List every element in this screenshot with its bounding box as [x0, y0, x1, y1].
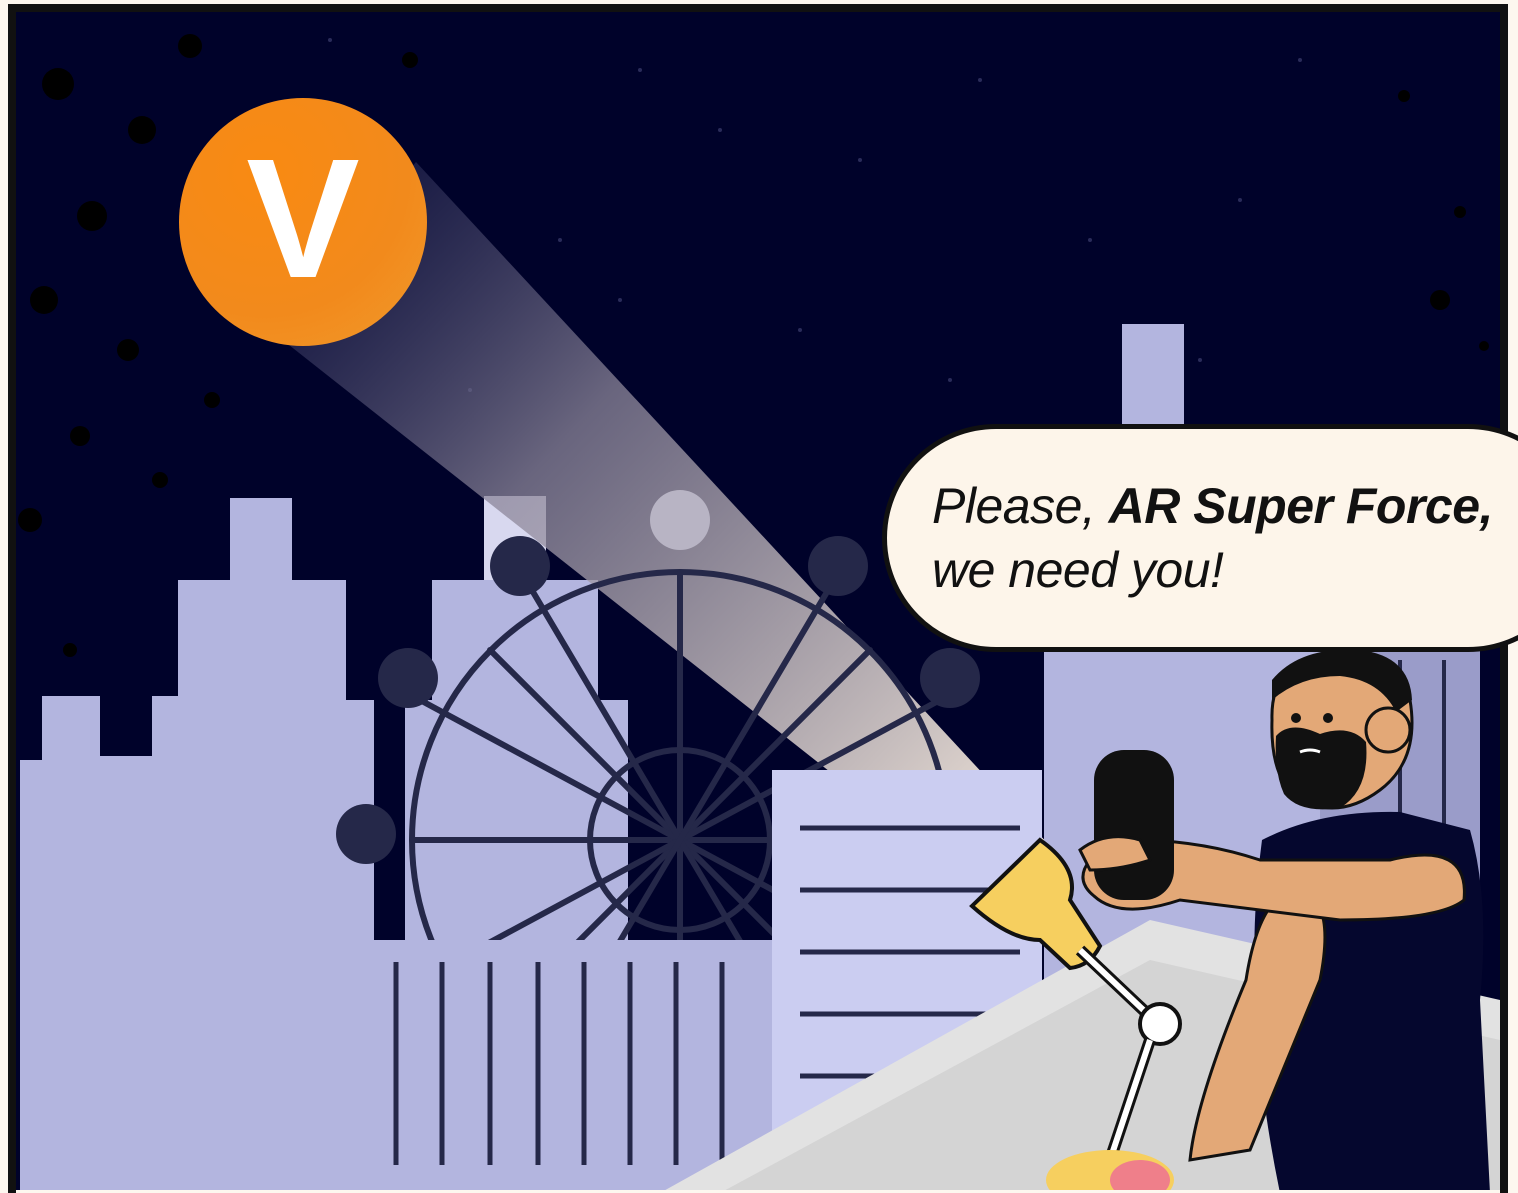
speech-bubble-text: Please, AR Super Force, we need you!	[932, 474, 1518, 602]
speech-line-2: we need you!	[932, 542, 1224, 598]
comic-panel: V Please, AR Super Force, we need you!	[0, 0, 1518, 1193]
v-logo-letter: V	[246, 124, 360, 314]
v-logo-badge: V	[179, 98, 427, 346]
speech-prefix: Please,	[932, 478, 1109, 534]
speech-line-1: Please, AR Super Force,	[932, 474, 1518, 538]
speech-suffix: ,	[1479, 478, 1494, 534]
speech-emphasis: AR Super Force	[1108, 478, 1480, 534]
phone-icon	[1094, 750, 1174, 900]
